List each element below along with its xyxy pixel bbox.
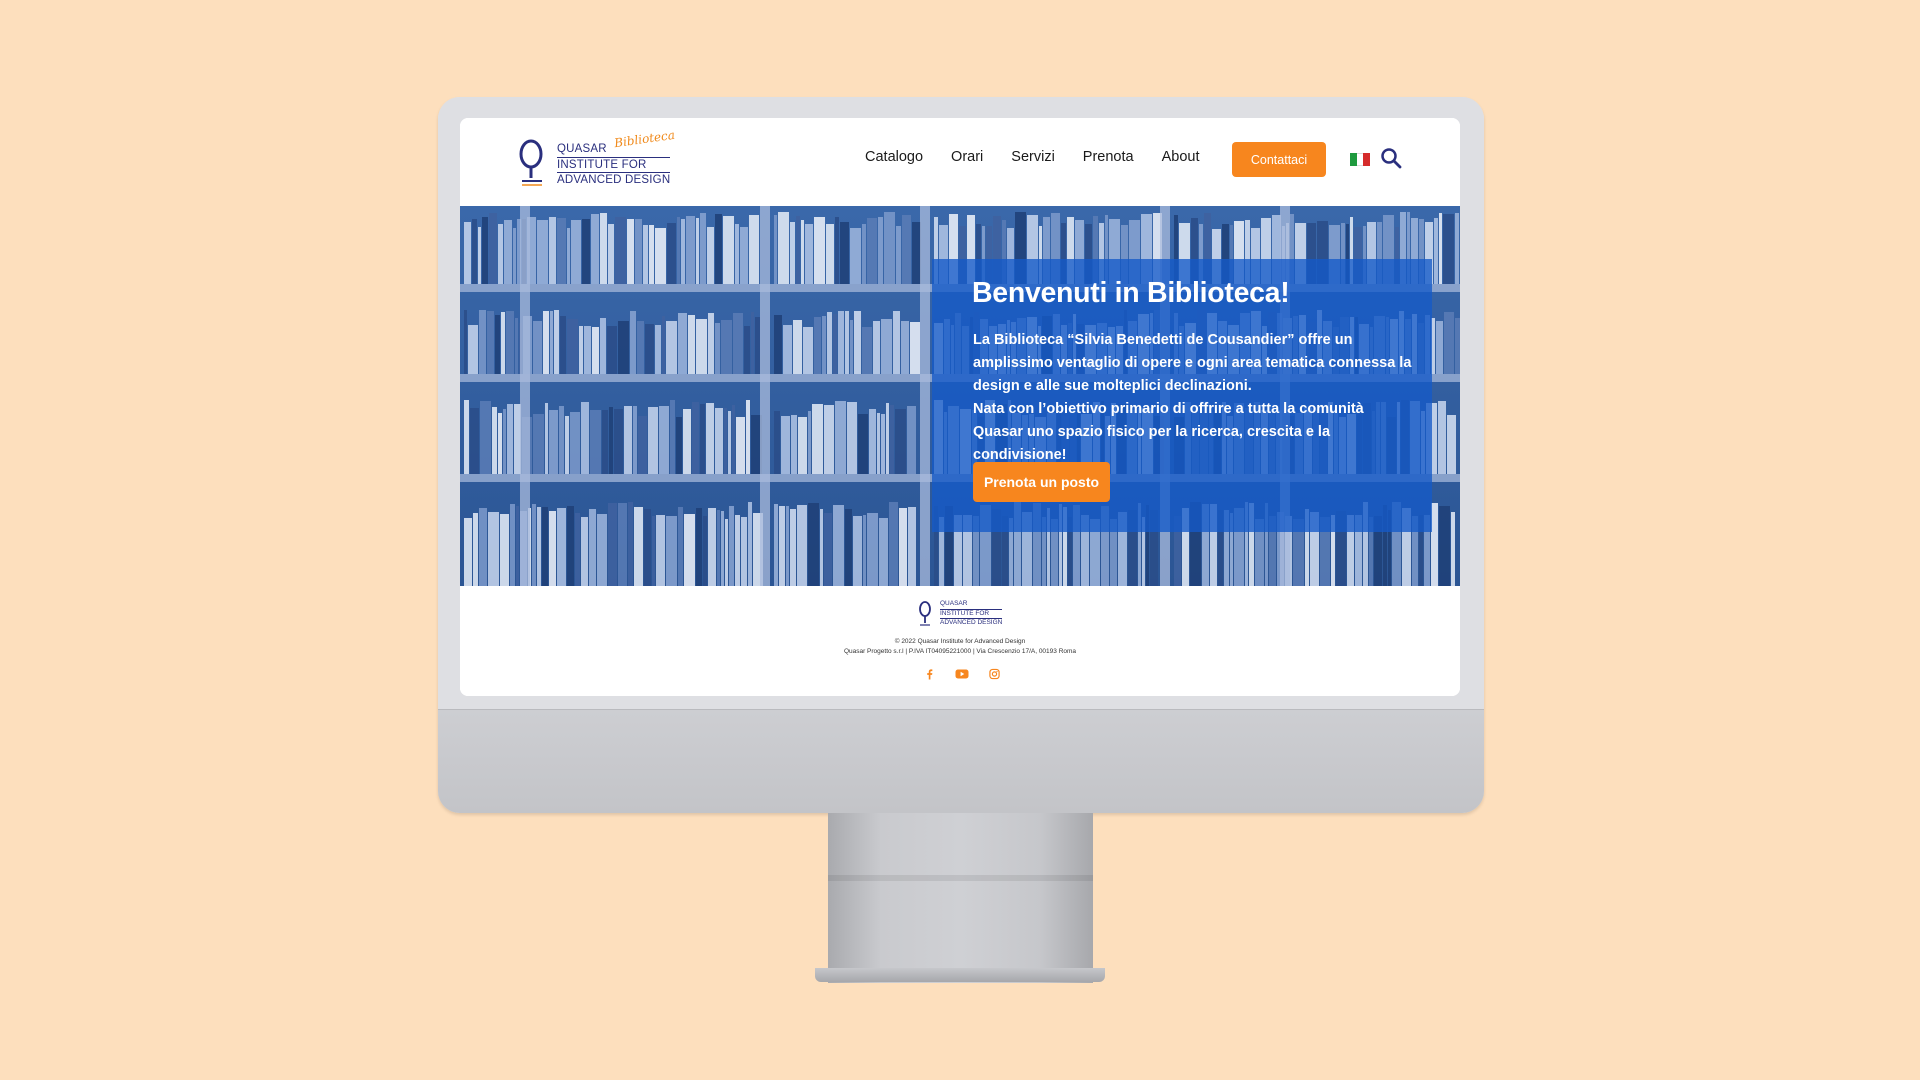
nav-item-prenota[interactable]: Prenota [1083, 149, 1134, 165]
hero-paragraph-2: Nata con l’obiettivo primario di offrire… [973, 401, 1364, 463]
hero-title: Benvenuti in Biblioteca! [972, 277, 1290, 309]
footer: QUASAR INSTITUTE FOR ADVANCED DESIGN © 2… [460, 586, 1460, 696]
logo-line-1: QUASAR [557, 143, 607, 155]
nav-item-servizi[interactable]: Servizi [1011, 149, 1055, 165]
monitor-stand-foot [815, 968, 1105, 982]
facebook-icon[interactable] [924, 668, 935, 680]
footer-company-info: Quasar Progetto s.r.l | P.IVA IT04095221… [843, 648, 1077, 655]
book-seat-button[interactable]: Prenota un posto [973, 462, 1110, 502]
monitor-chin [438, 709, 1484, 813]
footer-logo-line-1: QUASAR [940, 600, 968, 607]
instagram-icon[interactable] [989, 668, 1000, 680]
footer-logo[interactable]: QUASAR INSTITUTE FOR ADVANCED DESIGN [918, 600, 1008, 630]
hero-section: Benvenuti in Biblioteca! La Biblioteca “… [460, 206, 1460, 586]
search-icon[interactable] [1380, 147, 1402, 169]
hero-description: La Biblioteca “Silvia Benedetti de Cousa… [973, 329, 1413, 467]
nav-item-catalogo[interactable]: Catalogo [865, 149, 923, 165]
nav-item-about[interactable]: About [1162, 149, 1200, 165]
hero-paragraph-1: La Biblioteca “Silvia Benedetti de Cousa… [973, 332, 1412, 394]
contact-button[interactable]: Contattaci [1232, 142, 1326, 177]
website-screen: Biblioteca QUASAR INSTITUTE FOR ADVANCED… [460, 118, 1460, 696]
logo-wordmark: QUASAR INSTITUTE FOR ADVANCED DESIGN [557, 142, 671, 188]
footer-logo-line-3: ADVANCED DESIGN [940, 618, 1003, 626]
footer-logo-wordmark: QUASAR INSTITUTE FOR ADVANCED DESIGN [940, 600, 1003, 628]
social-links [924, 668, 1000, 680]
logo-line-3: ADVANCED DESIGN [557, 172, 671, 186]
quasar-logo-icon [519, 139, 543, 186]
footer-legal: © 2022 Quasar Institute for Advanced Des… [460, 637, 1460, 657]
nav-item-orari[interactable]: Orari [951, 149, 983, 165]
logo-line-2: INSTITUTE FOR [557, 156, 671, 173]
footer-copyright: © 2022 Quasar Institute for Advanced Des… [894, 638, 1026, 645]
main-nav: Catalogo Orari Servizi Prenota About [865, 149, 1228, 165]
monitor-stand [828, 813, 1093, 983]
stand-shadow [828, 875, 1093, 881]
footer-logo-line-2: INSTITUTE FOR [940, 608, 1003, 619]
navbar: Biblioteca QUASAR INSTITUTE FOR ADVANCED… [460, 118, 1460, 206]
site-logo[interactable]: Biblioteca QUASAR INSTITUTE FOR ADVANCED… [518, 128, 678, 192]
youtube-icon[interactable] [955, 668, 969, 680]
hero-overlay-card: Benvenuti in Biblioteca! La Biblioteca “… [932, 259, 1432, 532]
italy-flag-icon[interactable] [1350, 153, 1371, 166]
quasar-logo-icon [919, 601, 931, 626]
